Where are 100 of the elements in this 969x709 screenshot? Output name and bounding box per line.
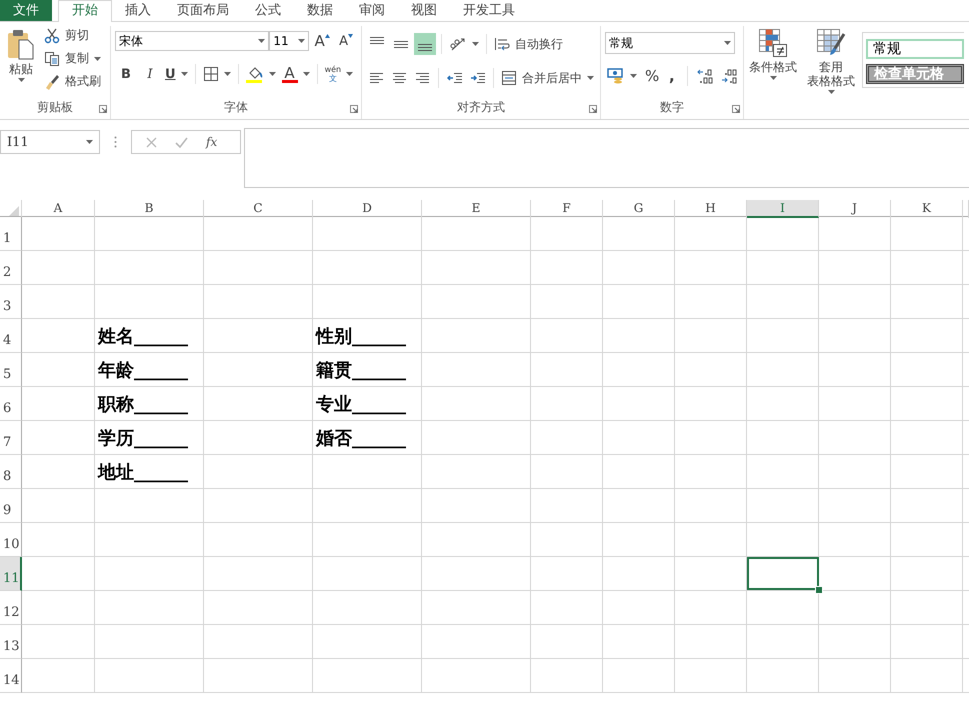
align-bottom-button[interactable]	[414, 33, 436, 55]
decrease-indent-icon	[446, 70, 462, 86]
ribbon-tab[interactable]: 插入	[112, 0, 164, 21]
caret-icon	[630, 74, 637, 78]
format-painter-label: 格式刷	[65, 73, 101, 90]
caret-icon	[302, 72, 310, 76]
increase-indent-icon	[470, 70, 486, 86]
paint-bucket-icon	[246, 65, 264, 83]
row-header[interactable]: 6	[0, 387, 22, 421]
copy-button[interactable]: 复制	[42, 49, 103, 68]
paste-button[interactable]: 粘贴	[4, 26, 38, 99]
drag-handle-icon	[114, 136, 117, 148]
wrap-text-button[interactable]: 自动换行	[492, 34, 565, 54]
checkmark-icon[interactable]	[175, 136, 188, 148]
align-middle-icon	[394, 40, 408, 48]
ribbon-tab[interactable]: 开始	[58, 0, 112, 22]
file-tab[interactable]: 文件	[0, 0, 52, 21]
table-cell-text: 职称______	[96, 393, 189, 417]
conditional-formatting-button[interactable]: 条件格式	[746, 26, 800, 119]
format-painter-button[interactable]: 格式刷	[42, 72, 103, 91]
caret-icon	[346, 72, 354, 76]
grow-font-button[interactable]: A	[311, 30, 334, 52]
table-cell-text: 籍贯______	[314, 359, 407, 383]
down-triangle-icon	[348, 34, 354, 38]
format-as-table-button[interactable]: 套用 表格格式	[804, 26, 858, 119]
accounting-format-button[interactable]	[605, 67, 639, 85]
ribbon-tab[interactable]: 数据	[294, 0, 346, 21]
copy-label: 复制	[65, 50, 89, 67]
row-header[interactable]: 2	[0, 251, 22, 285]
align-left-icon	[368, 70, 384, 86]
caret-icon	[586, 76, 594, 80]
row-header[interactable]: 5	[0, 353, 22, 387]
align-bottom-icon	[418, 44, 432, 51]
row-header[interactable]: 14	[0, 659, 22, 693]
phonetic-guide-button[interactable]: wén 文	[322, 64, 356, 84]
align-right-icon	[414, 70, 431, 86]
phonetic-bottom-label: 文	[328, 74, 337, 83]
caret-icon	[298, 39, 306, 43]
row-header[interactable]: 11	[0, 557, 22, 591]
angled-text-icon	[449, 36, 467, 52]
arrow-dots-icon	[697, 68, 715, 84]
caret-icon	[724, 41, 731, 45]
font-name-dropdown[interactable]: 宋体	[115, 31, 270, 51]
group-label: 数字	[659, 99, 685, 116]
dialog-launcher-icon[interactable]	[589, 105, 597, 113]
up-triangle-icon	[324, 34, 330, 38]
row-header[interactable]: 9	[0, 489, 22, 523]
ribbon-tab[interactable]: 审阅	[346, 0, 398, 21]
number-format-dropdown[interactable]: 常规	[605, 32, 735, 54]
table-cell-text: 年龄______	[96, 359, 189, 383]
ribbon-tab[interactable]: 开发工具	[450, 0, 528, 21]
cut-button[interactable]: 剪切	[42, 26, 103, 45]
row-header[interactable]: 3	[0, 285, 22, 319]
cut-label: 剪切	[65, 27, 89, 44]
table-cell-text: 专业______	[315, 393, 407, 417]
font-color-button[interactable]: A	[280, 64, 312, 84]
underline-button[interactable]: U	[163, 66, 190, 82]
bold-button[interactable]: B	[115, 63, 137, 85]
row-header[interactable]: 7	[0, 421, 22, 455]
font-color-bar-icon	[282, 80, 298, 82]
row-header[interactable]: 1	[0, 217, 22, 251]
merge-center-button[interactable]: 合并后居中	[498, 68, 596, 88]
column-header[interactable]: I	[747, 200, 819, 218]
caret-icon	[86, 140, 93, 144]
italic-button[interactable]: I	[139, 63, 161, 85]
insert-function-button[interactable]: fx	[206, 135, 218, 149]
row-header[interactable]: 8	[0, 455, 22, 489]
caret-icon	[224, 72, 231, 76]
formula-input[interactable]	[244, 128, 969, 188]
table-cell-text: 婚否______	[314, 427, 407, 451]
dialog-launcher-icon[interactable]	[350, 105, 358, 113]
ribbon-tab[interactable]: 视图	[398, 0, 450, 21]
caret-icon	[258, 39, 266, 43]
caret-icon	[828, 90, 834, 94]
ribbon-tab[interactable]: 页面布局	[164, 0, 242, 21]
name-box[interactable]: I11	[0, 130, 100, 154]
caret-icon	[180, 72, 188, 76]
caret-icon	[472, 42, 479, 46]
row-header[interactable]: 12	[0, 591, 22, 625]
table-cell-text: 学历______	[97, 427, 189, 451]
ribbon-tab[interactable]: 公式	[242, 0, 294, 21]
caret-icon	[770, 76, 776, 80]
align-top-icon	[370, 37, 384, 44]
dialog-launcher-icon[interactable]	[732, 105, 740, 113]
percent-button[interactable]: %	[645, 65, 660, 87]
colored-table-icon	[758, 28, 788, 58]
money-icon	[607, 68, 625, 84]
group-label: 字体	[223, 99, 249, 116]
paintbrush-icon	[44, 74, 60, 90]
clipboard-icon	[7, 28, 35, 60]
font-size-dropdown[interactable]: 11	[269, 31, 310, 51]
conditional-formatting-label: 条件格式	[749, 60, 797, 74]
paste-label: 粘贴	[9, 62, 33, 76]
cell-style-item[interactable]: 常规	[866, 39, 964, 59]
caret-icon	[18, 78, 24, 82]
row-header[interactable]: 13	[0, 625, 22, 659]
comma-button[interactable]: ,	[665, 65, 678, 87]
row-header[interactable]: 4	[0, 319, 22, 353]
dialog-launcher-icon[interactable]	[99, 105, 107, 113]
shrink-font-button[interactable]: A	[335, 30, 358, 52]
